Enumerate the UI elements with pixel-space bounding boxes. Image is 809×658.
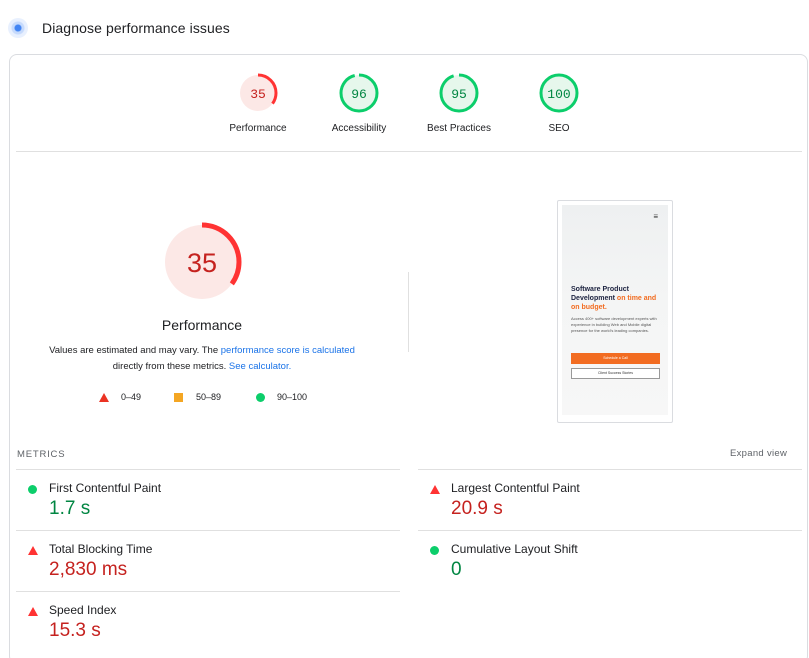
triangle-icon: [430, 485, 440, 494]
metrics-label: METRICS: [17, 449, 66, 460]
gauge-best-practices[interactable]: 95 Best Practices: [409, 72, 509, 134]
legend-good: 90–100: [256, 392, 307, 402]
metric-name: Cumulative Layout Shift: [451, 542, 578, 556]
legend-poor: 0–49: [99, 392, 141, 402]
metric-value: 1.7 s: [49, 498, 91, 519]
metric-value: 15.3 s: [49, 620, 101, 641]
divider: [16, 151, 802, 152]
see-calculator-link[interactable]: See calculator.: [229, 361, 291, 372]
note-text: Values are estimated and may vary. The: [49, 345, 221, 356]
circle-icon: [430, 546, 439, 555]
legend-average: 50–89: [174, 392, 221, 402]
metric-si: Speed Index 15.3 s: [16, 591, 400, 652]
vertical-divider: [408, 272, 409, 352]
screenshot-heading: Software Product Development on time and…: [571, 285, 663, 312]
triangle-icon: [28, 607, 38, 616]
metric-tbt: Total Blocking Time 2,830 ms: [16, 530, 400, 591]
gauge-ring: 100: [539, 73, 579, 113]
svg-text:35: 35: [187, 248, 217, 278]
score-note: Values are estimated and may vary. The p…: [22, 343, 382, 375]
metric-value: 20.9 s: [451, 498, 503, 519]
screenshot-screen: ≡ Software Product Development on time a…: [562, 205, 668, 415]
category-gauges: 35 Performance 96 Accessibility 95 Best …: [0, 0, 809, 150]
metric-value: 0: [451, 559, 462, 580]
gauge-performance[interactable]: 35 Performance: [208, 72, 308, 134]
triangle-icon: [99, 392, 109, 402]
metric-name: First Contentful Paint: [49, 481, 162, 495]
gauge-label: Performance: [229, 123, 287, 134]
score-calculated-link[interactable]: performance score is calculated: [221, 345, 355, 356]
screenshot-body: Access 400+ software development experts…: [571, 316, 657, 333]
screenshot-secondary-button: Client Success Stories: [571, 368, 660, 379]
gauge-ring: 95: [439, 73, 479, 113]
svg-text:35: 35: [250, 87, 266, 102]
metric-cls: Cumulative Layout Shift 0: [418, 530, 802, 591]
gauge-ring: 96: [339, 73, 379, 113]
metric-name: Speed Index: [49, 603, 117, 617]
gauge-seo[interactable]: 100 SEO: [509, 72, 609, 134]
gauge-label: Best Practices: [427, 123, 491, 134]
note-text: directly from these metrics.: [112, 361, 229, 372]
legend-label: 50–89: [196, 392, 222, 402]
circle-icon: [28, 485, 37, 494]
gauge-label: Accessibility: [331, 123, 387, 134]
triangle-icon: [28, 546, 38, 555]
hamburger-menu-icon: ≡: [653, 212, 658, 221]
gauge-ring: 35: [238, 73, 278, 113]
metric-name: Total Blocking Time: [49, 542, 153, 556]
legend-label: 90–100: [277, 392, 308, 402]
performance-title: Performance: [161, 317, 243, 333]
svg-text:100: 100: [547, 87, 570, 102]
metric-value: 2,830 ms: [49, 559, 128, 580]
metric-name: Largest Contentful Paint: [451, 481, 580, 495]
legend-label: 0–49: [121, 392, 142, 402]
expand-view-button[interactable]: Expand view: [730, 448, 787, 459]
metric-lcp: Largest Contentful Paint 20.9 s: [418, 469, 802, 530]
circle-icon: [256, 392, 265, 402]
gauge-accessibility[interactable]: 96 Accessibility: [309, 72, 409, 134]
performance-score-gauge: 35: [162, 222, 242, 302]
screenshot-primary-button: Schedule a Call: [571, 353, 660, 364]
gauge-label: SEO: [548, 123, 570, 134]
page-screenshot[interactable]: ≡ Software Product Development on time a…: [557, 200, 673, 423]
square-icon: [174, 392, 183, 402]
metric-fcp: First Contentful Paint 1.7 s: [16, 469, 400, 530]
svg-text:95: 95: [451, 87, 467, 102]
svg-text:96: 96: [351, 87, 367, 102]
